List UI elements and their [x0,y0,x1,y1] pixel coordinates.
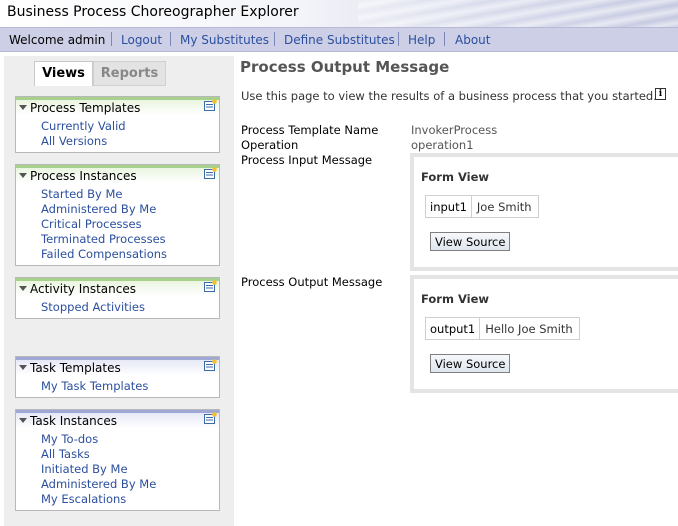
new-item-icon[interactable] [204,99,217,111]
box-header[interactable]: Process Templates [16,97,219,115]
box-header[interactable]: Task Instances [16,410,219,428]
page-title: Process Output Message [240,58,450,76]
nav-separator [444,32,445,46]
form-view-title: Form View [421,292,490,306]
info-icon[interactable]: i [655,88,666,100]
page-description: Use this page to view the results of a b… [241,89,657,103]
sidebar-item-administered-by-me[interactable]: Administered By Me [41,202,219,217]
logout-link[interactable]: Logout [121,33,162,47]
view-source-button[interactable]: View Source [430,232,511,251]
process-templates-box: Process Templates Currently Valid All Ve… [15,96,220,153]
operation-value: operation1 [411,138,474,152]
sidebar-item-failed-compensations[interactable]: Failed Compensations [41,247,219,262]
sidebar-item-critical-processes[interactable]: Critical Processes [41,217,219,232]
new-item-icon[interactable] [204,167,217,179]
output1-field: output1 Hello Joe Smith [425,317,580,340]
my-substitutes-link[interactable]: My Substitutes [180,33,269,47]
welcome-text: Welcome admin [9,33,106,47]
view-source-button[interactable]: View Source [430,354,511,373]
field-value: Joe Smith [476,200,532,214]
sidebar-item-all-tasks[interactable]: All Tasks [41,447,219,462]
title-bar-decoration [358,0,678,27]
input-message-panel: Form View input1 Joe Smith View Source [410,153,678,271]
main-content: Process Output Message Use this page to … [234,52,678,526]
new-item-icon[interactable] [204,359,217,371]
box-header[interactable]: Process Instances [16,165,219,183]
top-nav-bar: Welcome admin Logout My Substitutes Defi… [0,27,678,52]
sidebar-item-stopped-activities[interactable]: Stopped Activities [41,300,219,315]
triangle-down-icon[interactable] [19,418,27,423]
template-name-value: InvokerProcess [411,123,498,137]
nav-separator [111,32,112,46]
activity-instances-box: Activity Instances Stopped Activities [15,277,220,319]
field-name: output1 [426,318,481,339]
nav-separator [170,32,171,46]
sidebar-item-terminated-processes[interactable]: Terminated Processes [41,232,219,247]
output-message-panel: Form View output1 Hello Joe Smith View S… [410,275,678,393]
triangle-down-icon[interactable] [19,173,27,178]
nav-separator [274,32,275,46]
form-view-title: Form View [421,170,490,184]
input1-field: input1 Joe Smith [425,195,539,218]
field-name: input1 [426,196,472,217]
new-item-icon[interactable] [204,412,217,424]
help-link[interactable]: Help [408,33,435,47]
tab-reports[interactable]: Reports [93,61,166,86]
triangle-down-icon[interactable] [19,105,27,110]
task-templates-box: Task Templates My Task Templates [15,356,220,398]
app-title: Business Process Choreographer Explorer [7,4,299,20]
operation-label: Operation [241,138,299,152]
field-value: Hello Joe Smith [485,322,573,336]
box-title: Process Templates [30,101,141,115]
task-instances-box: Task Instances My To-dos All Tasks Initi… [15,409,220,511]
process-instances-box: Process Instances Started By Me Administ… [15,164,220,266]
define-substitutes-link[interactable]: Define Substitutes [284,33,395,47]
new-item-icon[interactable] [204,280,217,292]
title-bar: Business Process Choreographer Explorer [0,0,678,27]
sidebar-item-all-versions[interactable]: All Versions [41,134,219,149]
sidebar-item-started-by-me[interactable]: Started By Me [41,187,219,202]
box-title: Task Instances [30,414,118,428]
box-header[interactable]: Task Templates [16,357,219,375]
template-name-label: Process Template Name [241,123,379,137]
triangle-down-icon[interactable] [19,365,27,370]
sidebar-item-initiated-by-me[interactable]: Initiated By Me [41,462,219,477]
sidebar: Views Reports Process Templates Currentl… [4,56,234,526]
box-title: Task Templates [30,361,121,375]
output-message-label: Process Output Message [241,275,383,289]
tab-views[interactable]: Views [34,61,93,86]
box-header[interactable]: Activity Instances [16,278,219,296]
sidebar-item-task-administered-by-me[interactable]: Administered By Me [41,477,219,492]
sidebar-item-my-to-dos[interactable]: My To-dos [41,432,219,447]
about-link[interactable]: About [455,33,490,47]
box-title: Process Instances [30,169,137,183]
triangle-down-icon[interactable] [19,286,27,291]
box-title: Activity Instances [30,282,136,296]
sidebar-item-my-task-templates[interactable]: My Task Templates [41,379,219,394]
sidebar-item-currently-valid[interactable]: Currently Valid [41,119,219,134]
sidebar-item-my-escalations[interactable]: My Escalations [41,492,219,507]
input-message-label: Process Input Message [241,153,373,167]
nav-separator [398,32,399,46]
